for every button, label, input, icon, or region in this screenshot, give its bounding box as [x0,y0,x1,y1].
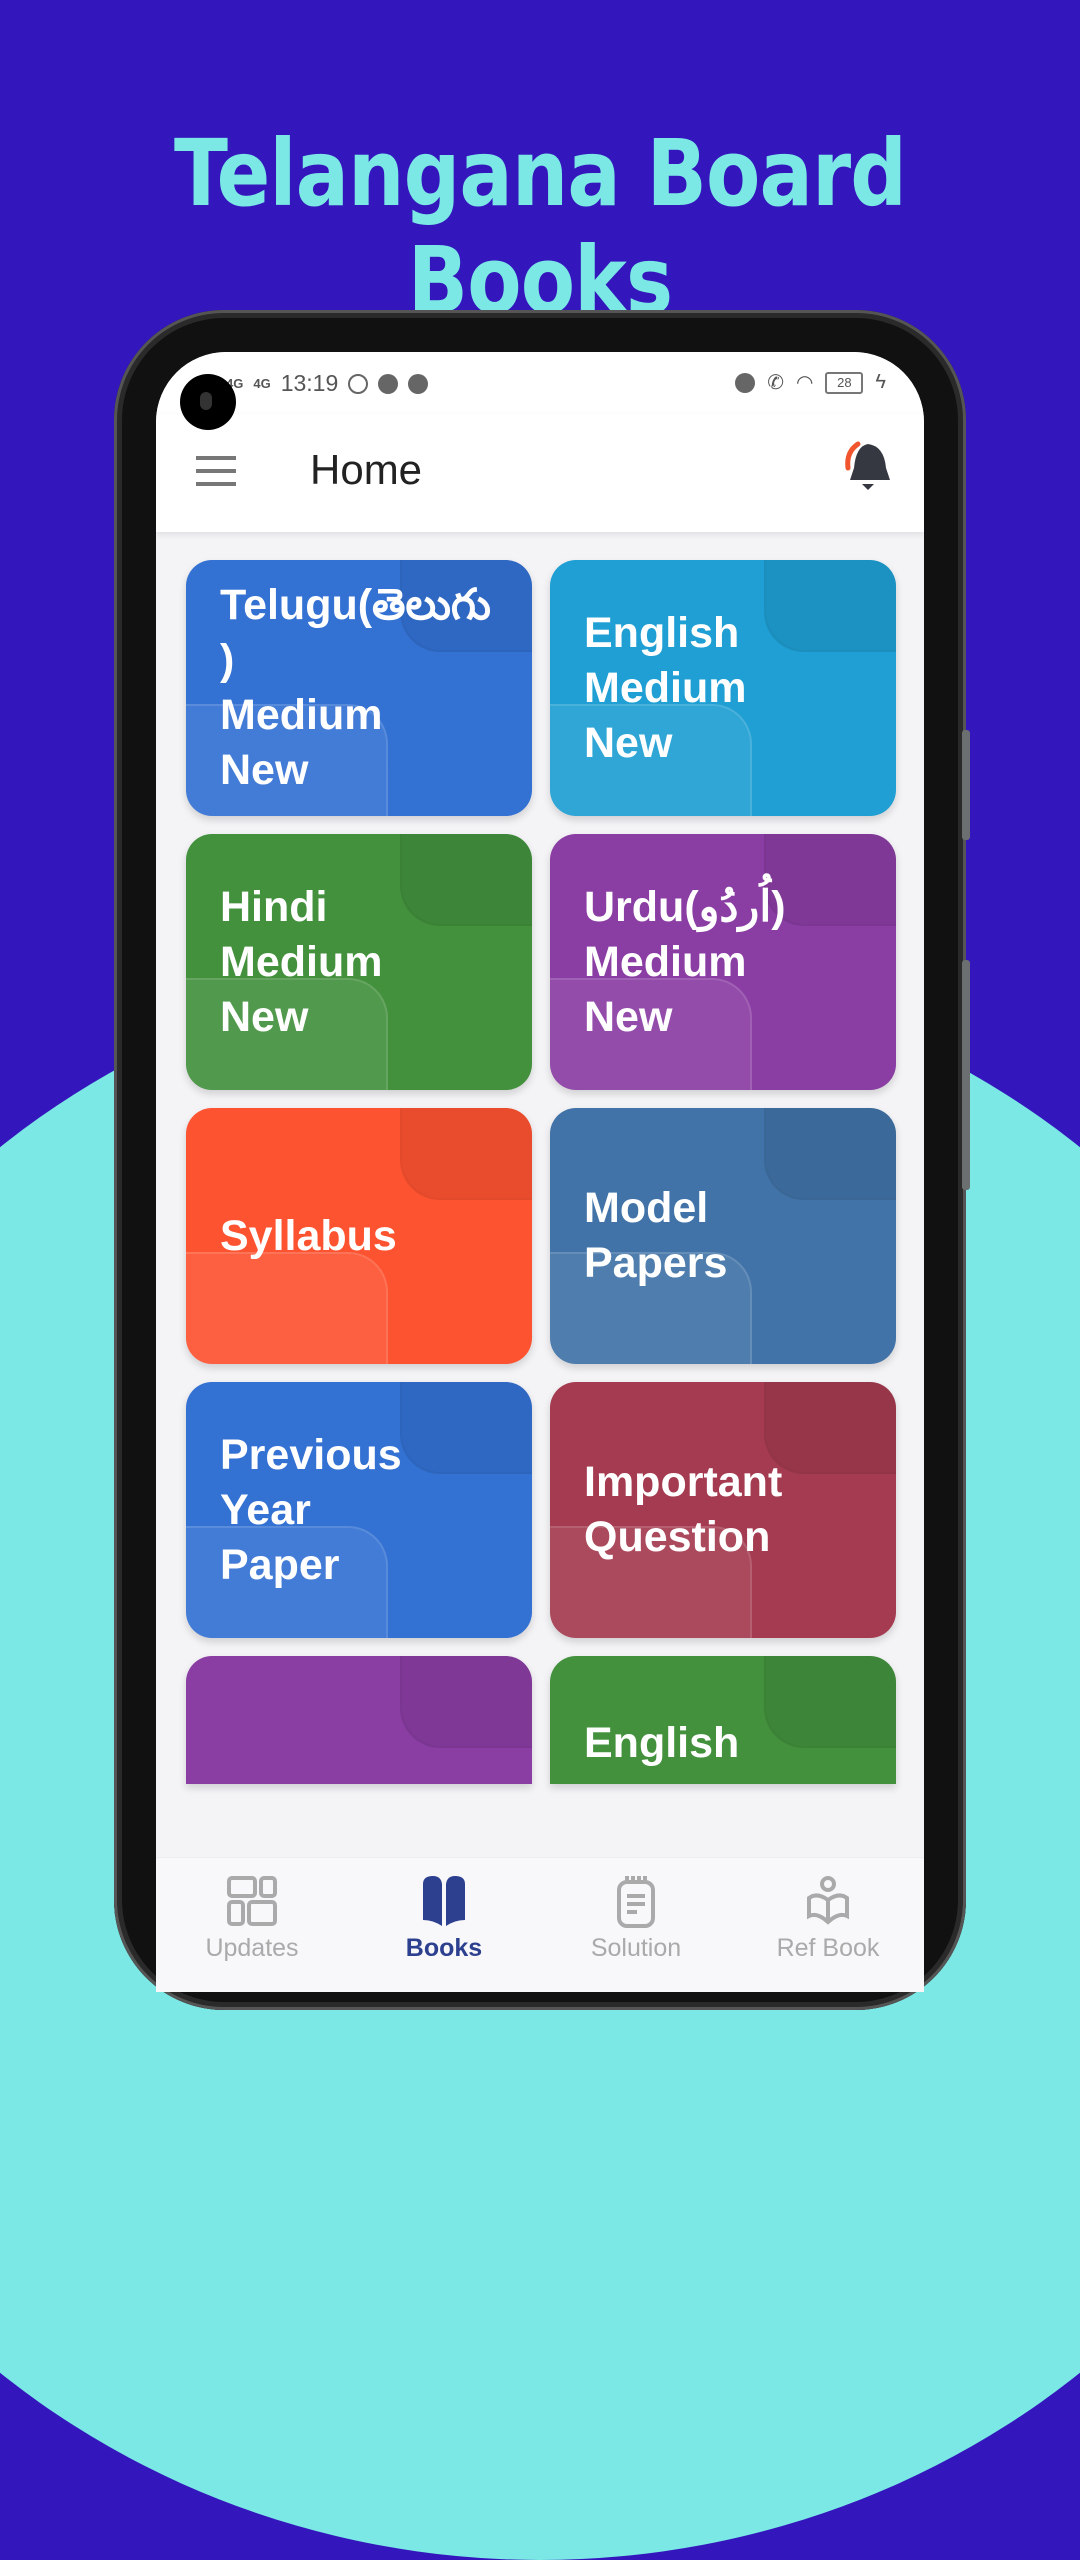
app-bar: Home [156,414,924,532]
tile-english-ncert[interactable]: English [550,1656,896,1784]
notification-bell-icon[interactable] [838,438,898,498]
tile-label: Urdu(اُردُو) Medium New [584,882,786,1041]
tile-partial-purple[interactable] [186,1656,532,1784]
tile-label: Hindi Medium New [220,882,383,1041]
tile-label: Syllabus [220,1211,397,1260]
phone-screen: 4G 4G 13:19 ✆ ◠ 28 ϟ Home Telugu(తెలుగు … [156,352,924,1992]
tile-previous-year-paper[interactable]: Previous Year Paper [186,1382,532,1638]
status-bar: 4G 4G 13:19 ✆ ◠ 28 ϟ [156,352,924,430]
alarm-icon [735,372,756,393]
clock: 13:19 [280,370,339,396]
tile-label: Model Papers [584,1184,728,1287]
category-grid: Telugu(తెలుగు ) Medium New English Mediu… [186,560,896,1784]
nav-label: Ref Book [776,1934,880,1962]
signal-sim2-icon: 4G [253,376,271,391]
message-icon [408,373,429,394]
tile-label: Previous Year Paper [220,1430,402,1589]
tile-label: English Medium New [584,608,747,767]
speed-icon [378,373,399,394]
nav-label: Solution [590,1934,682,1962]
wifi-icon: ◠ [795,372,814,394]
volume-button [962,730,970,840]
nav-solution[interactable]: Solution [540,1858,732,1992]
charging-icon: ϟ [875,371,886,393]
tile-telugu-medium[interactable]: Telugu(తెలుగు ) Medium New [186,560,532,816]
whatsapp-icon [348,373,369,394]
nav-ref-book[interactable]: Ref Book [732,1858,924,1992]
bottom-navigation: Updates Books Solution Ref Book [156,1857,924,1992]
tile-hindi-medium[interactable]: Hindi Medium New [186,834,532,1090]
tile-important-question[interactable]: Important Question [550,1382,896,1638]
nav-label: Updates [205,1934,299,1962]
tile-label [220,1716,522,1784]
menu-icon[interactable] [196,456,236,486]
tile-model-papers[interactable]: Model Papers [550,1108,896,1364]
power-button [962,960,970,1190]
tile-label: English [584,1719,740,1767]
page-title: Home [310,446,423,493]
tile-urdu-medium[interactable]: Urdu(اُردُو) Medium New [550,834,896,1090]
tile-label: Telugu(తెలుగు ) Medium New [220,581,491,794]
wifi-calling-icon: ✆ [767,372,784,394]
front-camera [180,374,236,430]
tile-syllabus[interactable]: Syllabus [186,1108,532,1364]
nav-label: Books [405,1934,483,1962]
battery-icon: 28 [825,371,864,394]
tile-english-medium[interactable]: English Medium New [550,560,896,816]
promo-title: Telangana Board Books [173,120,907,334]
nav-updates[interactable]: Updates [156,1858,348,1992]
nav-books[interactable]: Books [348,1858,540,1992]
tile-label: Important Question [584,1458,783,1561]
